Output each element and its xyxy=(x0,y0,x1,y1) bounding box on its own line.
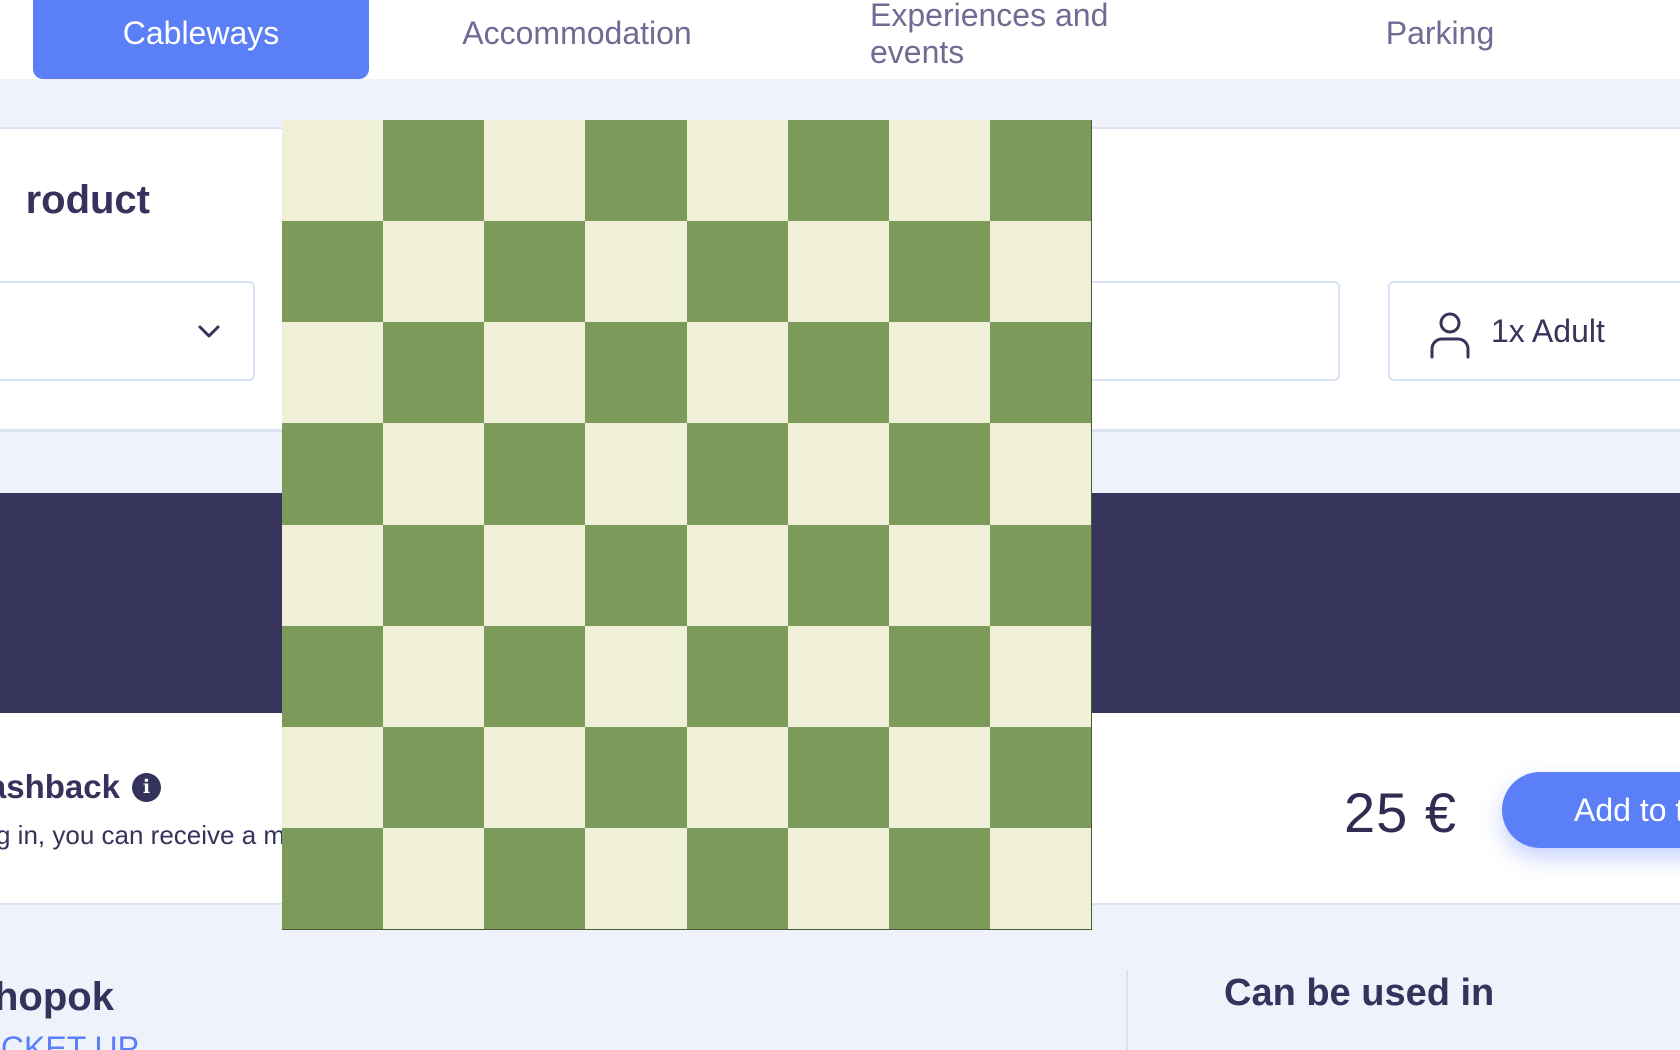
checker-square xyxy=(585,726,687,828)
checker-square xyxy=(585,423,687,525)
checker-square xyxy=(585,221,687,323)
checker-square xyxy=(989,423,1091,525)
checker-square xyxy=(888,423,990,525)
product-select[interactable] xyxy=(0,281,255,381)
tab-parking[interactable]: Parking xyxy=(1380,0,1500,79)
tab-cableways[interactable]: Cableways xyxy=(33,0,369,79)
checker-square xyxy=(383,423,485,525)
checker-square xyxy=(787,322,889,424)
checker-square xyxy=(383,827,485,929)
checker-square xyxy=(787,827,889,929)
checker-square xyxy=(787,120,889,222)
checker-square xyxy=(484,726,586,828)
checker-square xyxy=(383,120,485,222)
checker-square xyxy=(989,625,1091,727)
checker-square xyxy=(686,322,788,424)
checker-square xyxy=(989,221,1091,323)
checker-square xyxy=(989,827,1091,929)
page: Cableways Accommodation Experiences and … xyxy=(0,0,1680,1050)
info-icon[interactable]: i xyxy=(132,772,161,802)
checker-square xyxy=(888,120,990,222)
section-divider xyxy=(1126,970,1128,1050)
checker-square xyxy=(989,120,1091,222)
checker-square xyxy=(282,120,384,222)
checker-square xyxy=(787,726,889,828)
tab-experiences-and-events[interactable]: Experiences and events xyxy=(870,0,1210,79)
user-icon xyxy=(1430,312,1470,359)
checker-square xyxy=(282,726,384,828)
checker-square xyxy=(484,827,586,929)
location-title: hopok xyxy=(0,975,114,1019)
checker-square xyxy=(989,322,1091,424)
checker-square xyxy=(787,524,889,626)
checker-square xyxy=(888,726,990,828)
checker-square xyxy=(686,625,788,727)
checker-square xyxy=(686,423,788,525)
chevron-down-icon xyxy=(198,325,220,338)
filter-title: roduct xyxy=(25,178,150,222)
checker-square xyxy=(888,322,990,424)
checker-square xyxy=(282,625,384,727)
checker-square xyxy=(585,524,687,626)
checker-square xyxy=(888,827,990,929)
tab-label: Cableways xyxy=(122,15,280,51)
checker-square xyxy=(787,423,889,525)
tab-label: Experiences and events xyxy=(870,0,1109,70)
checker-square xyxy=(282,524,384,626)
checker-square xyxy=(585,625,687,727)
date-field[interactable] xyxy=(1060,281,1340,381)
tab-label: Parking xyxy=(1385,15,1495,51)
checker-square xyxy=(383,726,485,828)
checker-square xyxy=(282,322,384,424)
checker-square xyxy=(484,524,586,626)
checker-square xyxy=(585,120,687,222)
cashback-description: g in, you can receive a m xyxy=(0,820,286,850)
checker-square xyxy=(383,221,485,323)
checker-square xyxy=(484,322,586,424)
add-to-cart-label: Add to t xyxy=(1574,791,1680,828)
checker-square xyxy=(585,322,687,424)
tab-accommodation[interactable]: Accommodation xyxy=(440,0,714,79)
product-price: 25 € xyxy=(1344,781,1457,844)
tab-label: Accommodation xyxy=(462,15,692,51)
checker-square xyxy=(686,524,788,626)
checker-square xyxy=(484,625,586,727)
checker-square xyxy=(989,726,1091,828)
add-to-cart-button[interactable]: Add to t xyxy=(1502,772,1680,848)
checker-square xyxy=(989,524,1091,626)
checker-square xyxy=(585,827,687,929)
location-link[interactable]: ICKET UP xyxy=(0,1030,139,1050)
usage-title: Can be used in xyxy=(1224,972,1495,1014)
checker-square xyxy=(383,625,485,727)
checker-square xyxy=(282,423,384,525)
checker-square xyxy=(888,625,990,727)
checker-square xyxy=(686,221,788,323)
checker-square xyxy=(484,221,586,323)
checker-square xyxy=(484,423,586,525)
passenger-selector[interactable]: 1x Adult xyxy=(1388,281,1680,381)
cashback-heading: ashback i xyxy=(0,768,161,806)
checker-square xyxy=(383,322,485,424)
checker-square xyxy=(282,827,384,929)
checker-square xyxy=(787,221,889,323)
checker-square xyxy=(888,524,990,626)
checker-square xyxy=(282,221,384,323)
checker-square xyxy=(888,221,990,323)
checkerboard-overlay xyxy=(282,120,1092,930)
checker-square xyxy=(686,120,788,222)
checker-square xyxy=(383,524,485,626)
category-tab-bar: Cableways Accommodation Experiences and … xyxy=(0,0,1680,79)
checker-square xyxy=(686,827,788,929)
passenger-count: 1x Adult xyxy=(1491,313,1605,349)
checker-square xyxy=(787,625,889,727)
checker-square xyxy=(484,120,586,222)
checker-square xyxy=(686,726,788,828)
